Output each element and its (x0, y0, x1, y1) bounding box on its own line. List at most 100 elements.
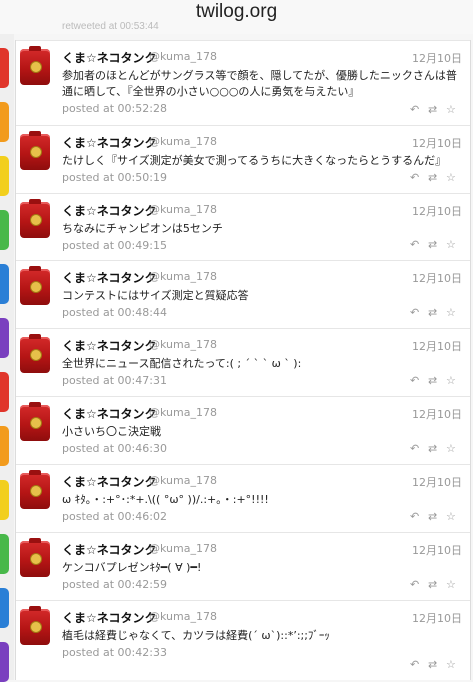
retweet-icon[interactable]: ⇄ (428, 578, 437, 592)
tweet-item[interactable]: くま☆ネコタンク @kuma_178 12月10日 全世界にニュース配信されたって:(… (16, 328, 470, 396)
retweet-icon[interactable]: ⇄ (428, 442, 437, 456)
avatar[interactable] (20, 538, 50, 577)
tweet-item[interactable]: くま☆ネコタンク @kuma_178 12月10日ケンコバプレゼンｷﾀ━( ∀ )━… (16, 532, 470, 600)
user-handle[interactable]: @kuma_178 (149, 610, 217, 623)
star-icon[interactable]: ☆ (446, 238, 456, 252)
star-icon[interactable]: ☆ (446, 578, 456, 592)
star-icon[interactable]: ☆ (446, 510, 456, 524)
tweet-item[interactable]: くま☆ネコタンク @kuma_178 12月10日 ω ｷﾀ｡・:+°･:*+.\((… (16, 464, 470, 532)
avatar[interactable] (20, 402, 50, 441)
user-handle[interactable]: @kuma_178 (149, 542, 217, 555)
posted-time-link[interactable]: posted at 00:42:59 (62, 578, 167, 591)
tweet-date[interactable]: 12月10日 (412, 610, 462, 626)
reply-icon[interactable]: ↶ (410, 658, 419, 672)
user-handle[interactable]: @kuma_178 (149, 338, 217, 351)
posted-time-link[interactable]: posted at 00:50:19 (62, 171, 167, 184)
color-stripe (0, 264, 9, 304)
avatar[interactable] (20, 334, 50, 373)
tweet-date[interactable]: 12月10日 (412, 270, 462, 286)
site-title: twilog.org (195, 1, 278, 22)
reply-icon[interactable]: ↶ (410, 306, 419, 320)
posted-time-link[interactable]: posted at 00:48:44 (62, 306, 167, 319)
tweet-item[interactable]: くま☆ネコタンク @kuma_178 12月10日 たけしく『サイズ測定が美女で測って… (16, 125, 470, 193)
tweet-item[interactable]: くま☆ネコタンク @kuma_178 12月10日ちなみにチャンピオンは5センチ po… (16, 193, 470, 260)
reply-icon[interactable]: ↶ (410, 103, 419, 117)
tweet-actions: ↶ ⇄ ☆ (410, 306, 460, 320)
avatar[interactable] (20, 266, 50, 305)
tweet-date[interactable]: 12月10日 (412, 203, 462, 219)
user-handle[interactable]: @kuma_178 (149, 50, 217, 63)
user-name[interactable]: くま☆ネコタンク (62, 269, 157, 286)
tweet-item[interactable]: くま☆ネコタンク @kuma_178 12月10日コンテストにはサイズ測定と質疑応答… (16, 260, 470, 328)
retweet-icon[interactable]: ⇄ (428, 103, 437, 117)
tweet-text: 参加者のほとんどがサングラス等で顔を、隠してたが、優勝したニックさんは普通に晒し… (62, 69, 457, 98)
user-handle[interactable]: @kuma_178 (149, 203, 217, 216)
retweet-icon[interactable]: ⇄ (428, 510, 437, 524)
star-icon[interactable]: ☆ (446, 658, 456, 672)
user-name[interactable]: くま☆ネコタンク (62, 473, 157, 490)
retweet-icon[interactable]: ⇄ (428, 658, 437, 672)
user-handle[interactable]: @kuma_178 (149, 474, 217, 487)
reply-icon[interactable]: ↶ (410, 374, 419, 388)
tweet-feed: くま☆ネコタンク @kuma_178 12月10日 参加者のほとんどがサングラス等で顔… (15, 40, 471, 680)
tweet-date[interactable]: 12月10日 (412, 474, 462, 490)
color-stripe (0, 48, 9, 88)
retweet-icon[interactable]: ⇄ (428, 171, 437, 185)
user-handle[interactable]: @kuma_178 (149, 270, 217, 283)
star-icon[interactable]: ☆ (446, 171, 456, 185)
tweet-date[interactable]: 12月10日 (412, 338, 462, 354)
user-name[interactable]: くま☆ネコタンク (62, 541, 157, 558)
user-name[interactable]: くま☆ネコタンク (62, 134, 157, 151)
color-stripe (0, 102, 9, 142)
user-name[interactable]: くま☆ネコタンク (62, 49, 157, 66)
tweet-text: コンテストにはサイズ測定と質疑応答 (62, 289, 249, 302)
reply-icon[interactable]: ↶ (410, 442, 419, 456)
reply-icon[interactable]: ↶ (410, 238, 419, 252)
tweet-text: ちなみにチャンピオンは5センチ (62, 222, 223, 235)
tweet-text: ケンコバプレゼンｷﾀ━( ∀ )━! (62, 561, 202, 574)
avatar[interactable] (20, 470, 50, 509)
retweet-icon[interactable]: ⇄ (428, 374, 437, 388)
tweet-text: ω ｷﾀ｡・:+°･:*+.\(( °ω° ))/.:+｡・:+°!!!! (62, 493, 269, 506)
tweet-actions: ↶ ⇄ ☆ (410, 238, 460, 252)
previous-tweet-snippet: retweeted at 00:53:44 (62, 21, 159, 32)
user-name[interactable]: くま☆ネコタンク (62, 405, 157, 422)
reply-icon[interactable]: ↶ (410, 578, 419, 592)
tweet-date[interactable]: 12月10日 (412, 406, 462, 422)
posted-time-link[interactable]: posted at 00:52:28 (62, 102, 167, 115)
user-name[interactable]: くま☆ネコタンク (62, 202, 157, 219)
user-handle[interactable]: @kuma_178 (149, 406, 217, 419)
avatar[interactable] (20, 131, 50, 170)
posted-time-link[interactable]: posted at 00:46:02 (62, 510, 167, 523)
reply-icon[interactable]: ↶ (410, 510, 419, 524)
avatar[interactable] (20, 46, 50, 85)
user-name[interactable]: くま☆ネコタンク (62, 609, 157, 626)
color-stripe (0, 372, 9, 412)
tweet-item[interactable]: くま☆ネコタンク @kuma_178 12月10日 植毛は経費じゃなくて、カツラは経費… (16, 600, 470, 680)
posted-time-link[interactable]: posted at 00:46:30 (62, 442, 167, 455)
posted-time-link[interactable]: posted at 00:42:33 (62, 646, 167, 659)
retweet-icon[interactable]: ⇄ (428, 306, 437, 320)
reply-icon[interactable]: ↶ (410, 171, 419, 185)
color-stripe (0, 318, 9, 358)
posted-time-link[interactable]: posted at 00:49:15 (62, 239, 167, 252)
tweet-item[interactable]: くま☆ネコタンク @kuma_178 12月10日参加者のほとんどがサングラス等で顔… (16, 40, 470, 125)
user-name[interactable]: くま☆ネコタンク (62, 337, 157, 354)
tweet-date[interactable]: 12月10日 (412, 50, 462, 66)
color-stripe (0, 534, 9, 574)
star-icon[interactable]: ☆ (446, 306, 456, 320)
tweet-item[interactable]: くま☆ネコタンク @kuma_178 12月10日 小さいち〇こ決定戦 posted a… (16, 396, 470, 464)
posted-time-link[interactable]: posted at 00:47:31 (62, 374, 167, 387)
star-icon[interactable]: ☆ (446, 103, 456, 117)
star-icon[interactable]: ☆ (446, 442, 456, 456)
star-icon[interactable]: ☆ (446, 374, 456, 388)
tweet-date[interactable]: 12月10日 (412, 542, 462, 558)
tweet-date[interactable]: 12月10日 (412, 135, 462, 151)
avatar[interactable] (20, 606, 50, 645)
retweet-icon[interactable]: ⇄ (428, 238, 437, 252)
tweet-actions: ↶ ⇄ ☆ (410, 510, 460, 524)
color-stripe (0, 210, 9, 250)
avatar[interactable] (20, 199, 50, 238)
tweet-actions: ↶ ⇄ ☆ (410, 658, 460, 672)
user-handle[interactable]: @kuma_178 (149, 135, 217, 148)
